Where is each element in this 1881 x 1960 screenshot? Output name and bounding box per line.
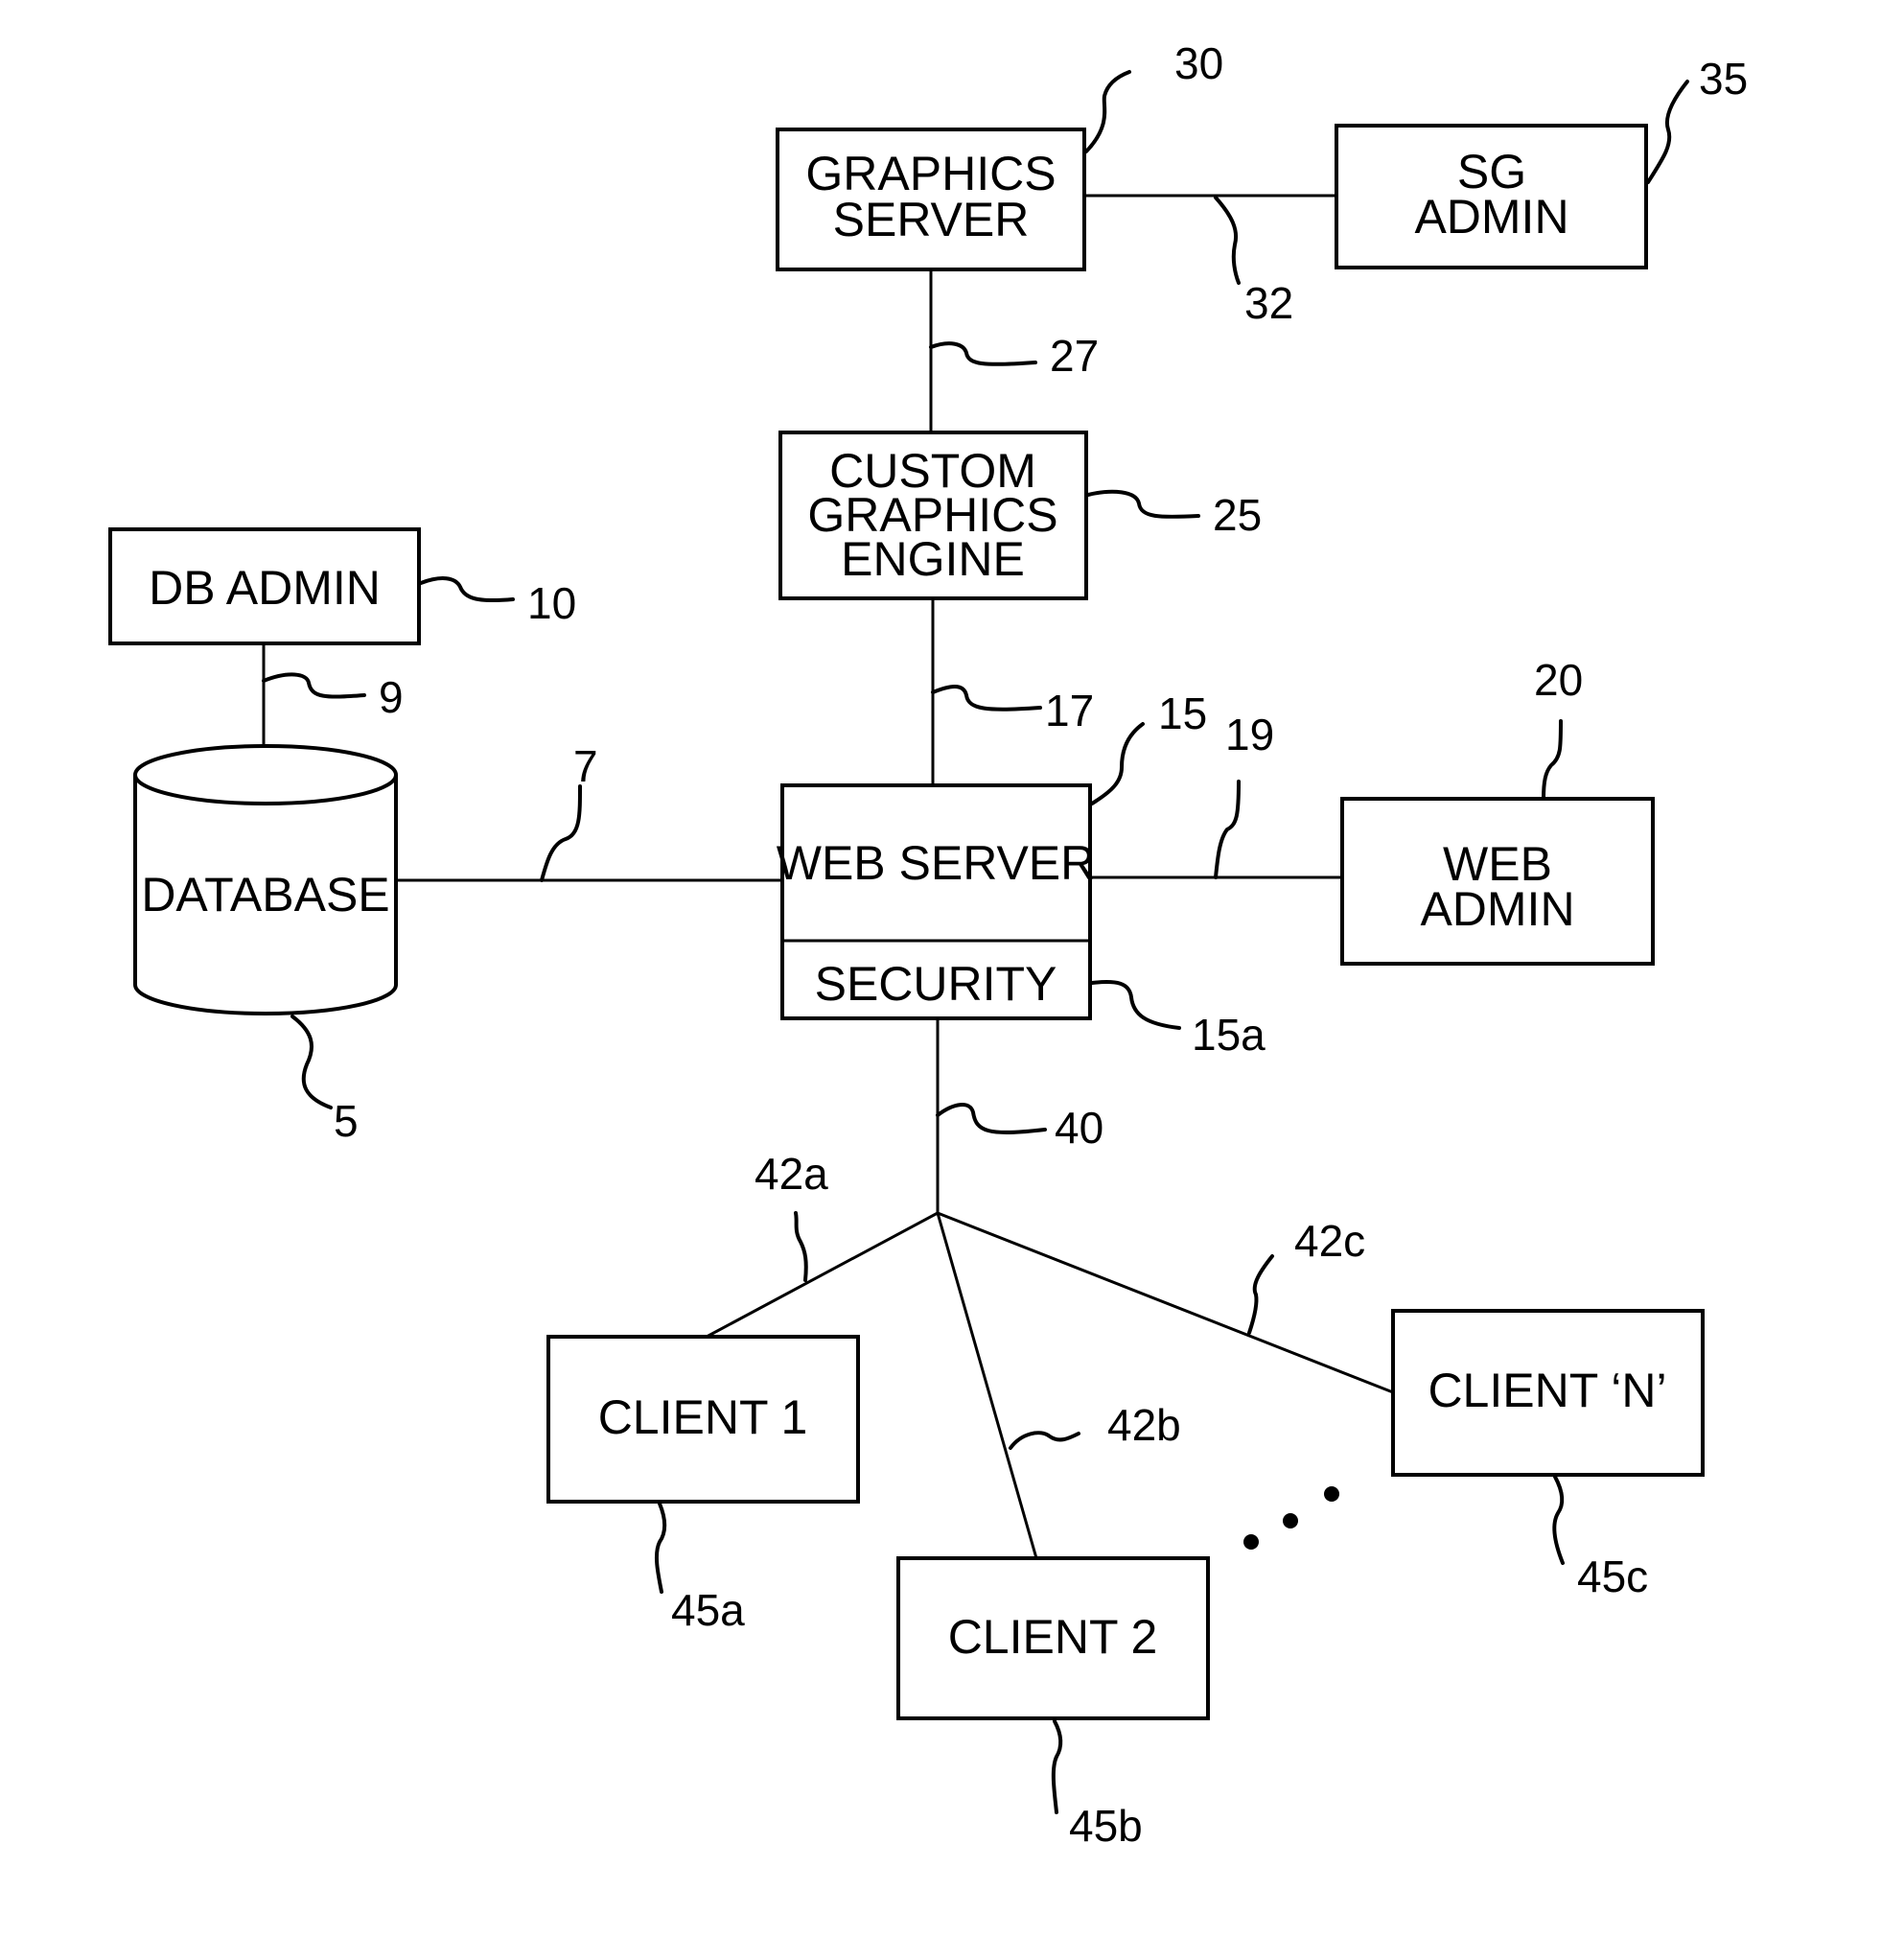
database-label: DATABASE: [141, 868, 389, 922]
ref-45b: 45b: [1069, 1801, 1143, 1851]
leader-45a: [654, 1502, 667, 1594]
leader-20: [1542, 719, 1563, 801]
web-admin-label-line2: ADMIN: [1420, 882, 1574, 936]
leader-19: [1214, 780, 1241, 879]
leader-45b: [1051, 1719, 1063, 1814]
ref-40: 40: [1055, 1103, 1103, 1153]
ref-19: 19: [1225, 710, 1274, 759]
db-admin-label: DB ADMIN: [149, 561, 381, 615]
leader-32: [1214, 196, 1241, 285]
ref-45a: 45a: [671, 1585, 745, 1635]
web-admin-box: WEB ADMIN: [1340, 797, 1655, 966]
ref-10: 10: [527, 578, 576, 628]
security-label: SECURITY: [815, 957, 1057, 1011]
leader-9: [262, 672, 366, 699]
ref-17: 17: [1045, 686, 1094, 735]
ref-5: 5: [334, 1096, 359, 1146]
graphics-server-label-line2: SERVER: [833, 193, 1030, 246]
client-1-box: CLIENT 1: [546, 1335, 860, 1504]
client-n-box: CLIENT ‘N’: [1391, 1309, 1705, 1477]
ref-42a: 42a: [755, 1149, 828, 1199]
ref-35: 35: [1699, 54, 1748, 104]
leader-17: [931, 685, 1042, 712]
leader-42a: [794, 1211, 808, 1282]
leader-15a: [1090, 979, 1181, 1030]
ref-7: 7: [573, 741, 598, 791]
ref-15: 15: [1158, 688, 1207, 738]
ref-15a: 15a: [1192, 1010, 1266, 1060]
db-admin-box: DB ADMIN: [108, 527, 421, 645]
client-2-label: CLIENT 2: [948, 1610, 1158, 1664]
leader-42b: [1009, 1431, 1080, 1450]
custom-graphics-engine-box: CUSTOM GRAPHICS ENGINE: [778, 431, 1088, 600]
architecture-diagram: GRAPHICS SERVER SG ADMIN CUSTOM GRAPHICS…: [108, 38, 1748, 1851]
leader-25: [1086, 489, 1200, 519]
more-clients-ellipsis: [1243, 1486, 1339, 1550]
leader-5: [290, 1015, 333, 1109]
ref-30: 30: [1174, 38, 1223, 88]
leader-42c: [1247, 1254, 1274, 1335]
leader-30: [1084, 70, 1131, 153]
client-1-label: CLIENT 1: [598, 1390, 808, 1444]
ref-25: 25: [1213, 490, 1262, 540]
ref-9: 9: [379, 672, 404, 722]
leader-40: [936, 1103, 1047, 1134]
connection-42a: [706, 1211, 939, 1339]
ref-32: 32: [1244, 278, 1293, 328]
web-server-label: WEB SERVER: [777, 836, 1096, 890]
sg-admin-box: SG ADMIN: [1335, 124, 1648, 269]
client-n-label: CLIENT ‘N’: [1428, 1364, 1666, 1417]
leader-10: [419, 576, 515, 603]
sg-admin-label-line2: ADMIN: [1414, 190, 1568, 244]
ref-42b: 42b: [1107, 1400, 1181, 1450]
leader-35: [1646, 80, 1689, 184]
ref-45c: 45c: [1577, 1552, 1648, 1601]
web-server-box: WEB SERVER SECURITY: [777, 783, 1096, 1020]
database-cylinder: DATABASE: [133, 744, 398, 1015]
ref-20: 20: [1534, 655, 1583, 705]
connection-42b: [936, 1212, 1038, 1559]
ref-42c: 42c: [1294, 1216, 1365, 1266]
leader-15: [1090, 722, 1145, 805]
leader-45c: [1552, 1475, 1565, 1565]
leader-27: [929, 341, 1037, 366]
leader-7: [540, 784, 582, 882]
cge-label-line3: ENGINE: [841, 532, 1025, 586]
ref-27: 27: [1050, 331, 1099, 381]
graphics-server-box: GRAPHICS SERVER: [776, 128, 1086, 271]
client-2-box: CLIENT 2: [896, 1556, 1210, 1720]
